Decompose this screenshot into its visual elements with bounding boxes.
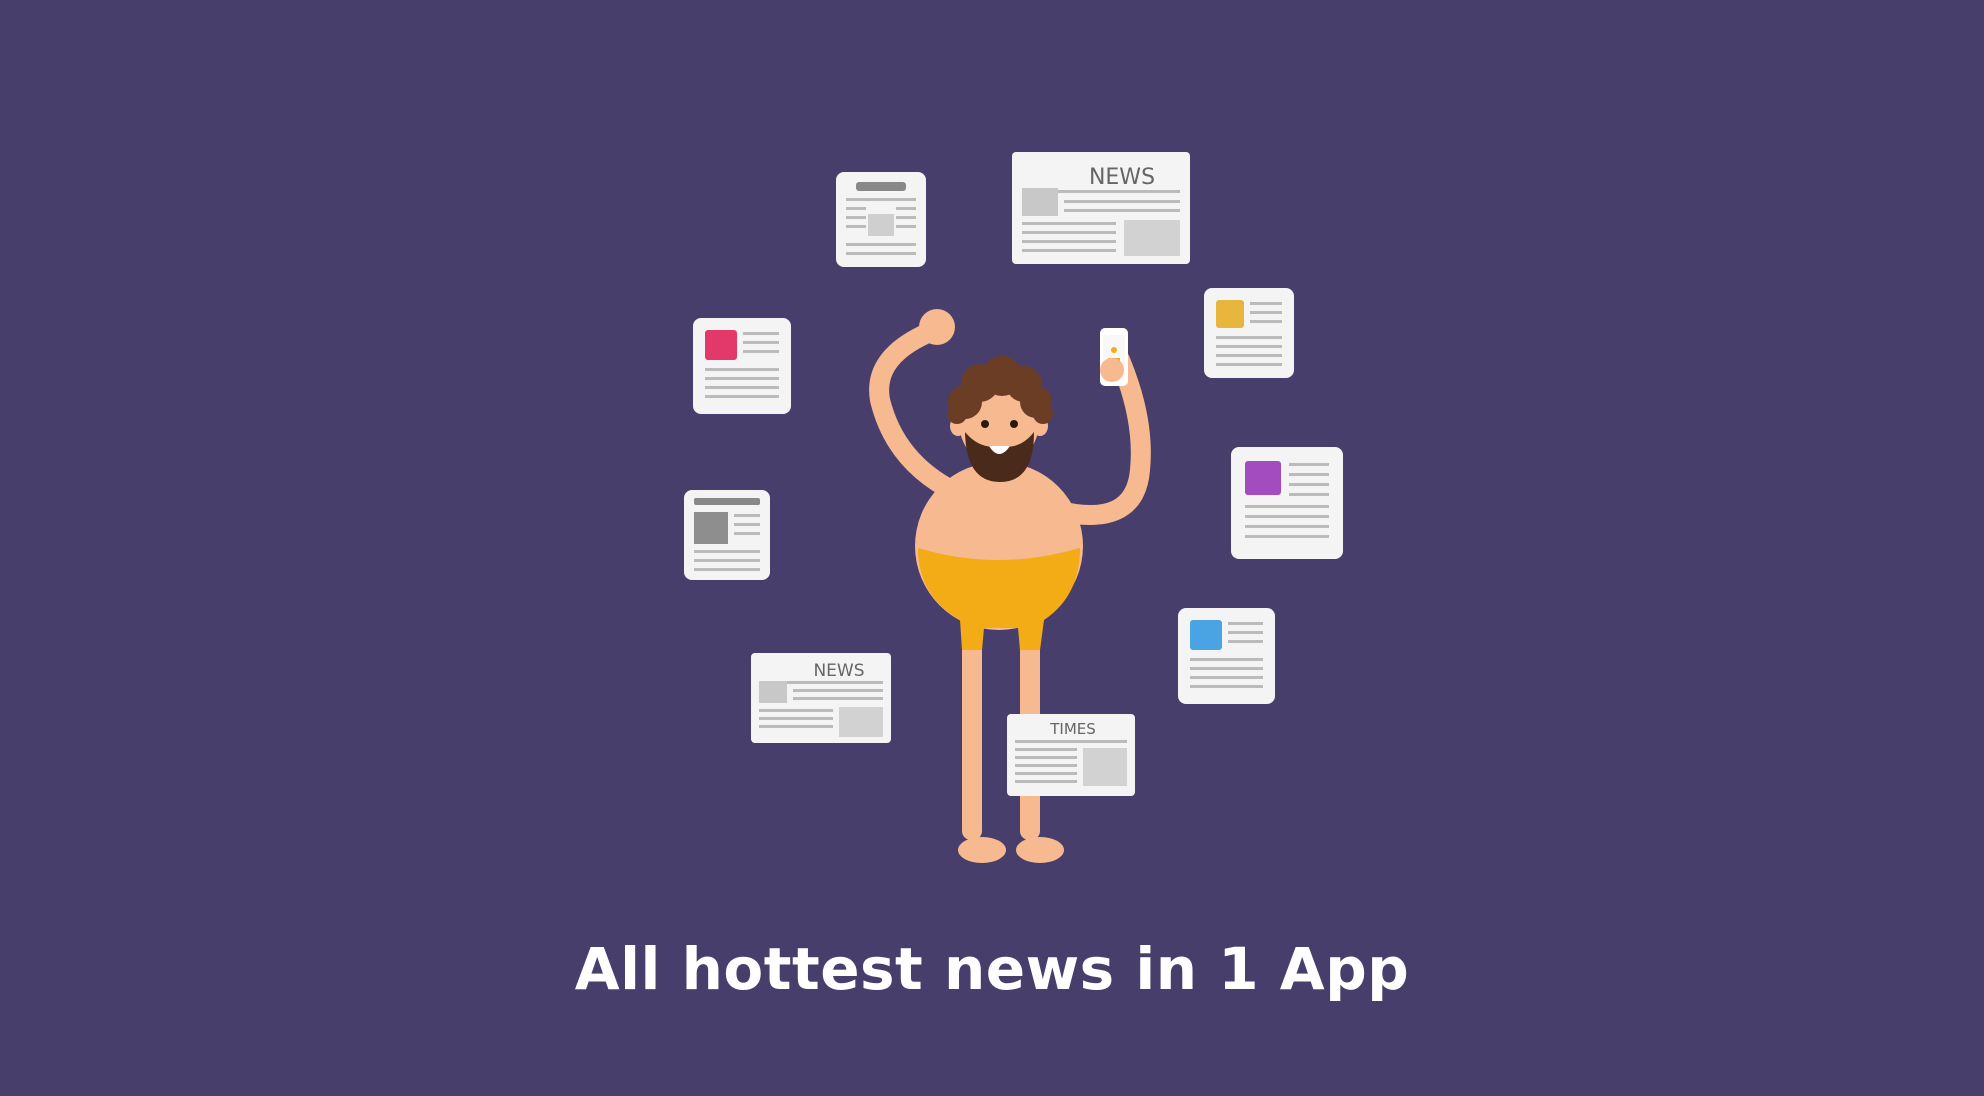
article-card-icon xyxy=(684,490,770,580)
newspaper-icon xyxy=(836,172,926,267)
newspaper-icon: NEWS xyxy=(751,653,891,743)
masthead-news: NEWS xyxy=(813,661,864,681)
newspaper-icon: NEWS xyxy=(1012,152,1190,264)
article-card-icon xyxy=(693,318,791,414)
promo-illustration: NEWS NEWS TIMES xyxy=(0,0,1984,1096)
left-foot xyxy=(958,837,1006,863)
app-promo-slide: NEWS NEWS TIMES All hottest news in 1 Ap… xyxy=(0,0,1984,1096)
masthead-news: NEWS xyxy=(1089,165,1155,190)
masthead-times: TIMES xyxy=(1049,720,1096,738)
left-leg xyxy=(962,640,982,840)
promo-caption: All hottest news in 1 App xyxy=(574,935,1410,1003)
raised-fist xyxy=(919,309,955,345)
article-card-icon xyxy=(1231,447,1343,559)
newspaper-icon: TIMES xyxy=(1007,714,1135,796)
article-card-icon xyxy=(1204,288,1294,378)
article-card-icon xyxy=(1178,608,1275,704)
phone-hand xyxy=(1100,358,1124,382)
right-foot xyxy=(1016,837,1064,863)
right-eye xyxy=(1010,420,1018,428)
left-eye xyxy=(981,420,989,428)
